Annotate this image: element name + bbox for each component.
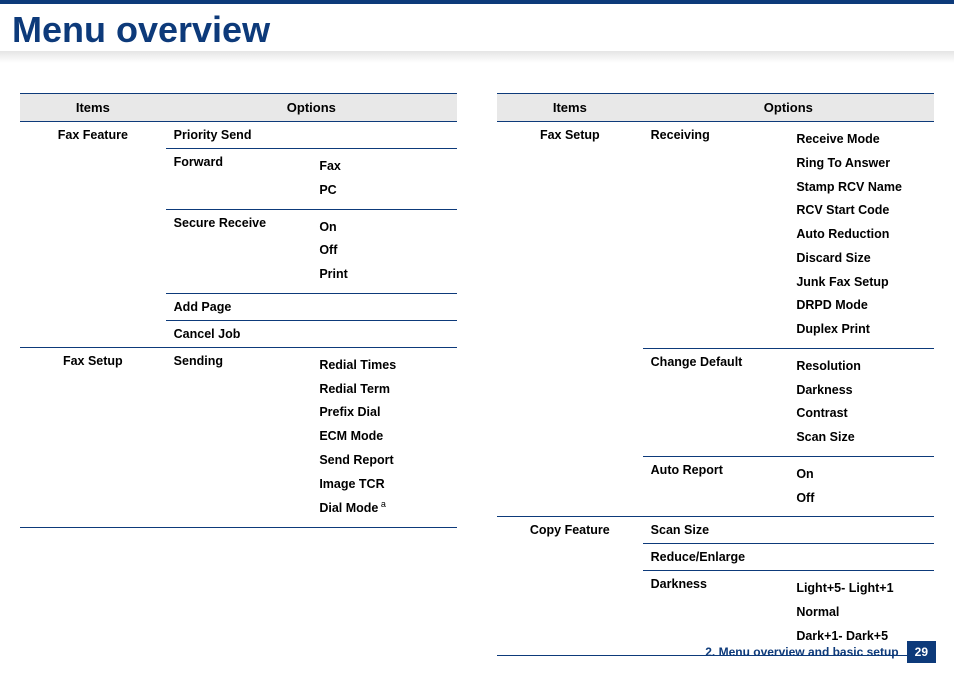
option-cell: Reduce/Enlarge xyxy=(643,544,934,571)
sub-option: Image TCR xyxy=(319,473,449,497)
option-cell: Receiving xyxy=(643,122,789,349)
sub-option: Off xyxy=(319,239,449,263)
sub-option: ECM Mode xyxy=(319,425,449,449)
option-cell: Secure Receive xyxy=(166,209,312,293)
sub-option: Normal xyxy=(796,601,926,625)
item-cell: Fax Setup xyxy=(497,122,643,517)
sub-option-cell: Receive ModeRing To AnswerStamp RCV Name… xyxy=(788,122,934,349)
sub-option: On xyxy=(796,463,926,487)
option-cell: Priority Send xyxy=(166,122,457,149)
footer-section: 2. Menu overview and basic setup xyxy=(697,641,906,663)
sub-option: Junk Fax Setup xyxy=(796,271,926,295)
sub-option: Redial Times xyxy=(319,354,449,378)
sub-option: Dial Mode a xyxy=(319,496,449,521)
sub-option: Off xyxy=(796,487,926,511)
right-column: Items Options Fax SetupReceivingReceive … xyxy=(497,93,934,656)
option-cell: Cancel Job xyxy=(166,320,457,347)
left-column: Items Options Fax FeaturePriority SendFo… xyxy=(20,93,457,656)
sub-option: Resolution xyxy=(796,355,926,379)
sub-option: Ring To Answer xyxy=(796,152,926,176)
header-options: Options xyxy=(643,94,934,122)
table-row: Fax FeaturePriority Send xyxy=(20,122,457,149)
sub-option: Darkness xyxy=(796,379,926,403)
header-items: Items xyxy=(20,94,166,122)
sub-option: RCV Start Code xyxy=(796,199,926,223)
item-cell: Fax Setup xyxy=(20,347,166,527)
sub-option: Send Report xyxy=(319,449,449,473)
sub-option: Redial Term xyxy=(319,378,449,402)
option-cell: Scan Size xyxy=(643,517,934,544)
left-tbody: Fax FeaturePriority SendForwardFaxPCSecu… xyxy=(20,122,457,528)
sub-option-cell: FaxPC xyxy=(311,149,457,210)
sub-option: DRPD Mode xyxy=(796,294,926,318)
sub-option: Scan Size xyxy=(796,426,926,450)
table-row: Copy FeatureScan Size xyxy=(497,517,934,544)
option-cell: Sending xyxy=(166,347,312,527)
table-row: Fax SetupReceivingReceive ModeRing To An… xyxy=(497,122,934,349)
sub-option: Discard Size xyxy=(796,247,926,271)
sub-option: Light+5- Light+1 xyxy=(796,577,926,601)
title-shadow xyxy=(0,51,954,63)
table-row: Fax SetupSendingRedial TimesRedial TermP… xyxy=(20,347,457,527)
sub-option: Fax xyxy=(319,155,449,179)
sub-option-cell: OnOff xyxy=(788,456,934,517)
sub-option: Print xyxy=(319,263,449,287)
header-items: Items xyxy=(497,94,643,122)
left-table: Items Options Fax FeaturePriority SendFo… xyxy=(20,93,457,528)
option-cell: Add Page xyxy=(166,293,457,320)
sub-option: On xyxy=(319,216,449,240)
right-table: Items Options Fax SetupReceivingReceive … xyxy=(497,93,934,656)
option-cell: Change Default xyxy=(643,348,789,456)
option-cell: Forward xyxy=(166,149,312,210)
sub-option: Prefix Dial xyxy=(319,401,449,425)
page-title: Menu overview xyxy=(0,0,954,51)
footer-page-number: 29 xyxy=(907,641,936,663)
sub-option: Contrast xyxy=(796,402,926,426)
header-options: Options xyxy=(166,94,457,122)
sub-option-cell: OnOffPrint xyxy=(311,209,457,293)
sub-option: Auto Reduction xyxy=(796,223,926,247)
sub-option-cell: ResolutionDarknessContrastScan Size xyxy=(788,348,934,456)
sub-option-cell: Redial TimesRedial TermPrefix DialECM Mo… xyxy=(311,347,457,527)
sub-option: PC xyxy=(319,179,449,203)
sub-option: Duplex Print xyxy=(796,318,926,342)
sub-option: Stamp RCV Name xyxy=(796,176,926,200)
option-cell: Auto Report xyxy=(643,456,789,517)
page-footer: 2. Menu overview and basic setup 29 xyxy=(697,641,936,663)
sub-option: Receive Mode xyxy=(796,128,926,152)
item-cell: Copy Feature xyxy=(497,517,643,655)
content-columns: Items Options Fax FeaturePriority SendFo… xyxy=(0,93,954,656)
item-cell: Fax Feature xyxy=(20,122,166,348)
right-tbody: Fax SetupReceivingReceive ModeRing To An… xyxy=(497,122,934,656)
